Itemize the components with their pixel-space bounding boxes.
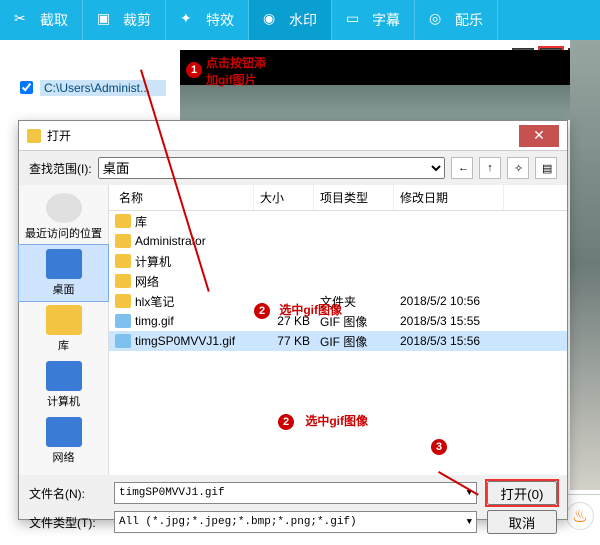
folder-icon (27, 129, 41, 143)
library-icon (46, 305, 82, 335)
annotation-1: 1 (186, 62, 202, 78)
toolbar-watermark[interactable]: ◉ 水印 (249, 0, 332, 40)
place-desktop[interactable]: 桌面 (19, 245, 108, 301)
file-icon (115, 314, 131, 328)
file-row[interactable]: 网络 (109, 271, 567, 291)
look-in-row: 查找范围(I): 桌面 ← ↑ ✧ ▤ (19, 151, 567, 185)
places-sidebar: 最近访问的位置 桌面 库 计算机 网络 (19, 185, 109, 475)
toolbar-screenshot[interactable]: ✂ 截取 (0, 0, 83, 40)
file-name: timgSP0MVVJ1.gif (135, 334, 235, 348)
file-list: 名称 大小 项目类型 修改日期 库Administrator计算机网络hlx笔记… (109, 185, 567, 475)
annotation-2-num: 2 (278, 414, 294, 430)
file-name: timg.gif (135, 314, 174, 328)
file-row[interactable]: timgSP0MVVJ1.gif 77 KBGIF 图像2018/5/3 15:5… (109, 331, 567, 351)
scissors-icon: ✂ (14, 10, 34, 30)
annotation-2: 2 选中gif图像 (278, 412, 368, 430)
file-icon (115, 334, 131, 348)
file-name: 库 (135, 213, 147, 230)
toolbar-crop[interactable]: ▣ 裁剪 (83, 0, 166, 40)
file-name: 网络 (135, 273, 159, 290)
place-network[interactable]: 网络 (19, 413, 108, 469)
toolbar-label: 特效 (206, 10, 234, 30)
file-icon (115, 214, 131, 228)
subtitle-icon: ▭ (346, 10, 366, 30)
look-in-label: 查找范围(I): (29, 160, 92, 177)
file-row[interactable]: Administrator (109, 231, 567, 251)
recent-icon (46, 193, 82, 223)
nav-back-button[interactable]: ← (451, 157, 473, 179)
annotation-2-text: 选中gif图像 (305, 414, 368, 428)
dialog-titlebar: 打开 ✕ (19, 121, 567, 151)
effects-icon: ✦ (180, 10, 200, 30)
top-toolbar: ✂ 截取 ▣ 裁剪 ✦ 特效 ◉ 水印 ▭ 字幕 ◎ 配乐 (0, 0, 600, 40)
file-row[interactable]: 计算机 (109, 251, 567, 271)
annotation-1-text: 点击按钮添 加gif图片 (206, 54, 266, 88)
file-list-rows: 库Administrator计算机网络hlx笔记文件夹2018/5/2 10:5… (109, 211, 567, 475)
dialog-bottom: 文件名(N): timgSP0MVVJ1.gif▼ 打开(0) 文件类型(T):… (19, 475, 567, 545)
file-icon (115, 254, 131, 268)
chevron-down-icon: ▼ (467, 517, 472, 527)
filename-label: 文件名(N): (29, 485, 104, 502)
file-date: 2018/5/3 15:55 (400, 314, 510, 328)
toolbar-label: 配乐 (455, 10, 483, 30)
place-library[interactable]: 库 (19, 301, 108, 357)
desktop-icon (46, 249, 82, 279)
toolbar-subtitle[interactable]: ▭ 字幕 (332, 0, 415, 40)
toolbar-label: 裁剪 (123, 10, 151, 30)
annotation-1-num: 1 (186, 62, 202, 78)
file-row[interactable]: 库 (109, 211, 567, 231)
annotation-2-inline: 2 选中gif图像 (254, 301, 342, 319)
file-icon (115, 234, 131, 248)
file-date: 2018/5/3 15:56 (400, 334, 510, 348)
place-recent[interactable]: 最近访问的位置 (19, 189, 108, 245)
dialog-close-button[interactable]: ✕ (519, 125, 559, 147)
filename-input[interactable]: timgSP0MVVJ1.gif▼ (114, 482, 477, 504)
dialog-body: 最近访问的位置 桌面 库 计算机 网络 名称 大小 项目类型 修改日期 库Adm… (19, 185, 567, 475)
flame-icon[interactable]: ♨ (566, 502, 594, 530)
open-button[interactable]: 打开(0) (487, 481, 557, 505)
file-name: 计算机 (135, 253, 171, 270)
look-in-dropdown[interactable]: 桌面 (98, 157, 445, 179)
toolbar-label: 截取 (40, 10, 68, 30)
file-icon (115, 294, 131, 308)
filetype-label: 文件类型(T): (29, 514, 104, 531)
nav-view-button[interactable]: ▤ (535, 157, 557, 179)
file-open-dialog: 打开 ✕ 查找范围(I): 桌面 ← ↑ ✧ ▤ 最近访问的位置 桌面 库 计算… (18, 120, 568, 520)
music-icon: ◎ (429, 10, 449, 30)
col-size[interactable]: 大小 (254, 185, 314, 210)
computer-icon (46, 361, 82, 391)
place-computer[interactable]: 计算机 (19, 357, 108, 413)
toolbar-music[interactable]: ◎ 配乐 (415, 0, 498, 40)
filetype-input[interactable]: All (*.jpg;*.jpeg;*.bmp;*.png;*.gif)▼ (114, 511, 477, 533)
preview-right-edge (570, 40, 600, 490)
toolbar-label: 水印 (289, 10, 317, 30)
file-date: 2018/5/2 10:56 (400, 294, 510, 308)
file-checkbox[interactable] (20, 81, 33, 94)
col-date[interactable]: 修改日期 (394, 185, 504, 210)
toolbar-label: 字幕 (372, 10, 400, 30)
toolbar-effects[interactable]: ✦ 特效 (166, 0, 249, 40)
cancel-button[interactable]: 取消 (487, 510, 557, 534)
crop-icon: ▣ (97, 10, 117, 30)
network-icon (46, 417, 82, 447)
file-type: GIF 图像 (320, 333, 400, 350)
nav-up-button[interactable]: ↑ (479, 157, 501, 179)
file-name: hlx笔记 (135, 293, 174, 310)
watermark-icon: ◉ (263, 10, 283, 30)
nav-new-folder-button[interactable]: ✧ (507, 157, 529, 179)
dialog-title-text: 打开 (47, 127, 71, 144)
annotation-3-inline: 3 (431, 439, 447, 455)
col-type[interactable]: 项目类型 (314, 185, 394, 210)
file-size: 77 KB (260, 334, 320, 348)
file-icon (115, 274, 131, 288)
